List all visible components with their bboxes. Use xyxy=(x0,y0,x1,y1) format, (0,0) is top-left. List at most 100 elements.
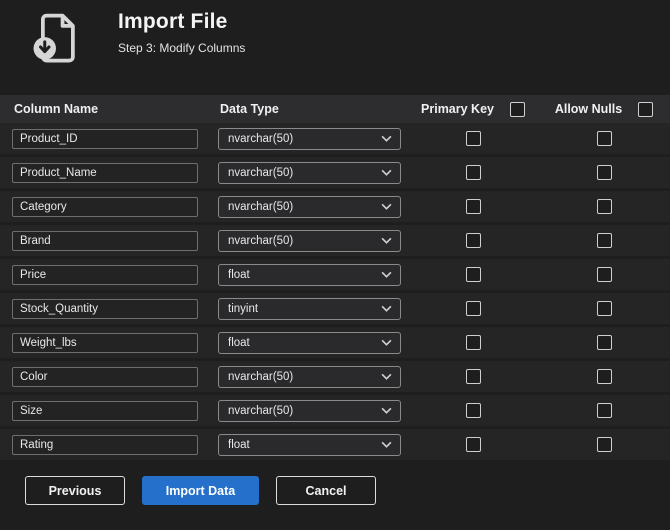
data-type-dropdown[interactable]: nvarchar(50) xyxy=(218,127,401,150)
table-row: nvarchar(50) xyxy=(0,361,670,392)
column-name-input[interactable] xyxy=(12,434,198,455)
step-subtitle: Step 3: Modify Columns xyxy=(118,41,246,55)
footer-buttons: Previous Import Data Cancel xyxy=(0,463,670,505)
column-name-cell xyxy=(0,298,206,319)
chevron-down-icon xyxy=(381,237,392,244)
import-file-dialog: Import File Step 3: Modify Columns Colum… xyxy=(0,0,670,530)
primary-key-cell xyxy=(408,301,538,316)
data-type-dropdown[interactable]: nvarchar(50) xyxy=(218,229,401,252)
data-type-dropdown[interactable]: tinyint xyxy=(218,297,401,320)
data-type-value: tinyint xyxy=(228,302,259,315)
allow-nulls-cell xyxy=(538,301,670,316)
column-name-input[interactable] xyxy=(12,264,198,285)
header-allow-nulls-label: Allow Nulls xyxy=(554,102,623,116)
primary-key-checkbox[interactable] xyxy=(465,267,481,282)
primary-key-checkbox[interactable] xyxy=(465,301,481,316)
column-name-cell xyxy=(0,366,206,387)
import-data-button[interactable]: Import Data xyxy=(142,476,259,505)
primary-key-cell xyxy=(408,233,538,248)
previous-button[interactable]: Previous xyxy=(25,476,125,505)
primary-key-select-all-checkbox[interactable] xyxy=(509,101,525,117)
allow-nulls-checkbox[interactable] xyxy=(596,233,612,248)
chevron-down-icon xyxy=(381,203,392,210)
allow-nulls-checkbox[interactable] xyxy=(596,335,612,350)
data-type-dropdown[interactable]: nvarchar(50) xyxy=(218,195,401,218)
primary-key-checkbox[interactable] xyxy=(465,403,481,418)
data-type-value: nvarchar(50) xyxy=(228,404,294,417)
allow-nulls-checkbox[interactable] xyxy=(596,437,612,452)
primary-key-cell xyxy=(408,437,538,452)
column-name-cell xyxy=(0,400,206,421)
column-name-cell xyxy=(0,264,206,285)
allow-nulls-cell xyxy=(538,403,670,418)
column-name-input[interactable] xyxy=(12,230,198,251)
table-row: float xyxy=(0,327,670,358)
page-title: Import File xyxy=(118,10,228,33)
allow-nulls-select-all-checkbox[interactable] xyxy=(638,101,654,117)
header-column-name: Column Name xyxy=(14,102,99,116)
data-type-value: float xyxy=(228,336,250,349)
data-type-value: nvarchar(50) xyxy=(228,234,294,247)
column-name-cell xyxy=(0,196,206,217)
column-name-input[interactable] xyxy=(12,162,198,183)
table-row: nvarchar(50) xyxy=(0,225,670,256)
column-name-input[interactable] xyxy=(12,332,198,353)
chevron-down-icon xyxy=(381,135,392,142)
table-row: nvarchar(50) xyxy=(0,123,670,154)
column-name-cell xyxy=(0,434,206,455)
cancel-button[interactable]: Cancel xyxy=(276,476,376,505)
primary-key-cell xyxy=(408,335,538,350)
data-type-dropdown[interactable]: float xyxy=(218,263,401,286)
data-type-dropdown[interactable]: nvarchar(50) xyxy=(218,399,401,422)
column-name-input[interactable] xyxy=(12,128,198,149)
allow-nulls-checkbox[interactable] xyxy=(596,403,612,418)
allow-nulls-checkbox[interactable] xyxy=(596,199,612,214)
header-primary-key: Primary Key xyxy=(408,101,538,117)
table-row: tinyint xyxy=(0,293,670,324)
data-type-cell: nvarchar(50) xyxy=(206,399,408,422)
data-type-dropdown[interactable]: float xyxy=(218,331,401,354)
primary-key-checkbox[interactable] xyxy=(465,369,481,384)
data-type-cell: float xyxy=(206,331,408,354)
allow-nulls-checkbox[interactable] xyxy=(596,301,612,316)
table-row: nvarchar(50) xyxy=(0,157,670,188)
data-type-value: nvarchar(50) xyxy=(228,166,294,179)
allow-nulls-cell xyxy=(538,335,670,350)
primary-key-checkbox[interactable] xyxy=(465,233,481,248)
data-type-cell: tinyint xyxy=(206,297,408,320)
header-text: Import File Step 3: Modify Columns xyxy=(118,9,245,55)
primary-key-checkbox[interactable] xyxy=(465,335,481,350)
primary-key-checkbox[interactable] xyxy=(465,165,481,180)
data-type-value: nvarchar(50) xyxy=(228,200,294,213)
data-type-cell: float xyxy=(206,263,408,286)
data-type-cell: nvarchar(50) xyxy=(206,229,408,252)
primary-key-cell xyxy=(408,165,538,180)
data-type-dropdown[interactable]: nvarchar(50) xyxy=(218,365,401,388)
allow-nulls-checkbox[interactable] xyxy=(596,369,612,384)
column-name-cell xyxy=(0,230,206,251)
column-name-input[interactable] xyxy=(12,400,198,421)
primary-key-checkbox[interactable] xyxy=(465,199,481,214)
primary-key-checkbox[interactable] xyxy=(465,131,481,146)
allow-nulls-cell xyxy=(538,199,670,214)
column-name-input[interactable] xyxy=(12,298,198,319)
table-row: nvarchar(50) xyxy=(0,395,670,426)
column-name-input[interactable] xyxy=(12,366,198,387)
chevron-down-icon xyxy=(381,169,392,176)
allow-nulls-cell xyxy=(538,233,670,248)
primary-key-checkbox[interactable] xyxy=(465,437,481,452)
table-row: float xyxy=(0,429,670,460)
chevron-down-icon xyxy=(381,441,392,448)
allow-nulls-checkbox[interactable] xyxy=(596,131,612,146)
data-type-value: float xyxy=(228,438,250,451)
data-type-dropdown[interactable]: float xyxy=(218,433,401,456)
data-type-value: nvarchar(50) xyxy=(228,370,294,383)
allow-nulls-checkbox[interactable] xyxy=(596,165,612,180)
data-type-cell: nvarchar(50) xyxy=(206,195,408,218)
data-type-cell: nvarchar(50) xyxy=(206,161,408,184)
primary-key-cell xyxy=(408,403,538,418)
column-name-input[interactable] xyxy=(12,196,198,217)
data-type-cell: float xyxy=(206,433,408,456)
data-type-dropdown[interactable]: nvarchar(50) xyxy=(218,161,401,184)
allow-nulls-checkbox[interactable] xyxy=(596,267,612,282)
